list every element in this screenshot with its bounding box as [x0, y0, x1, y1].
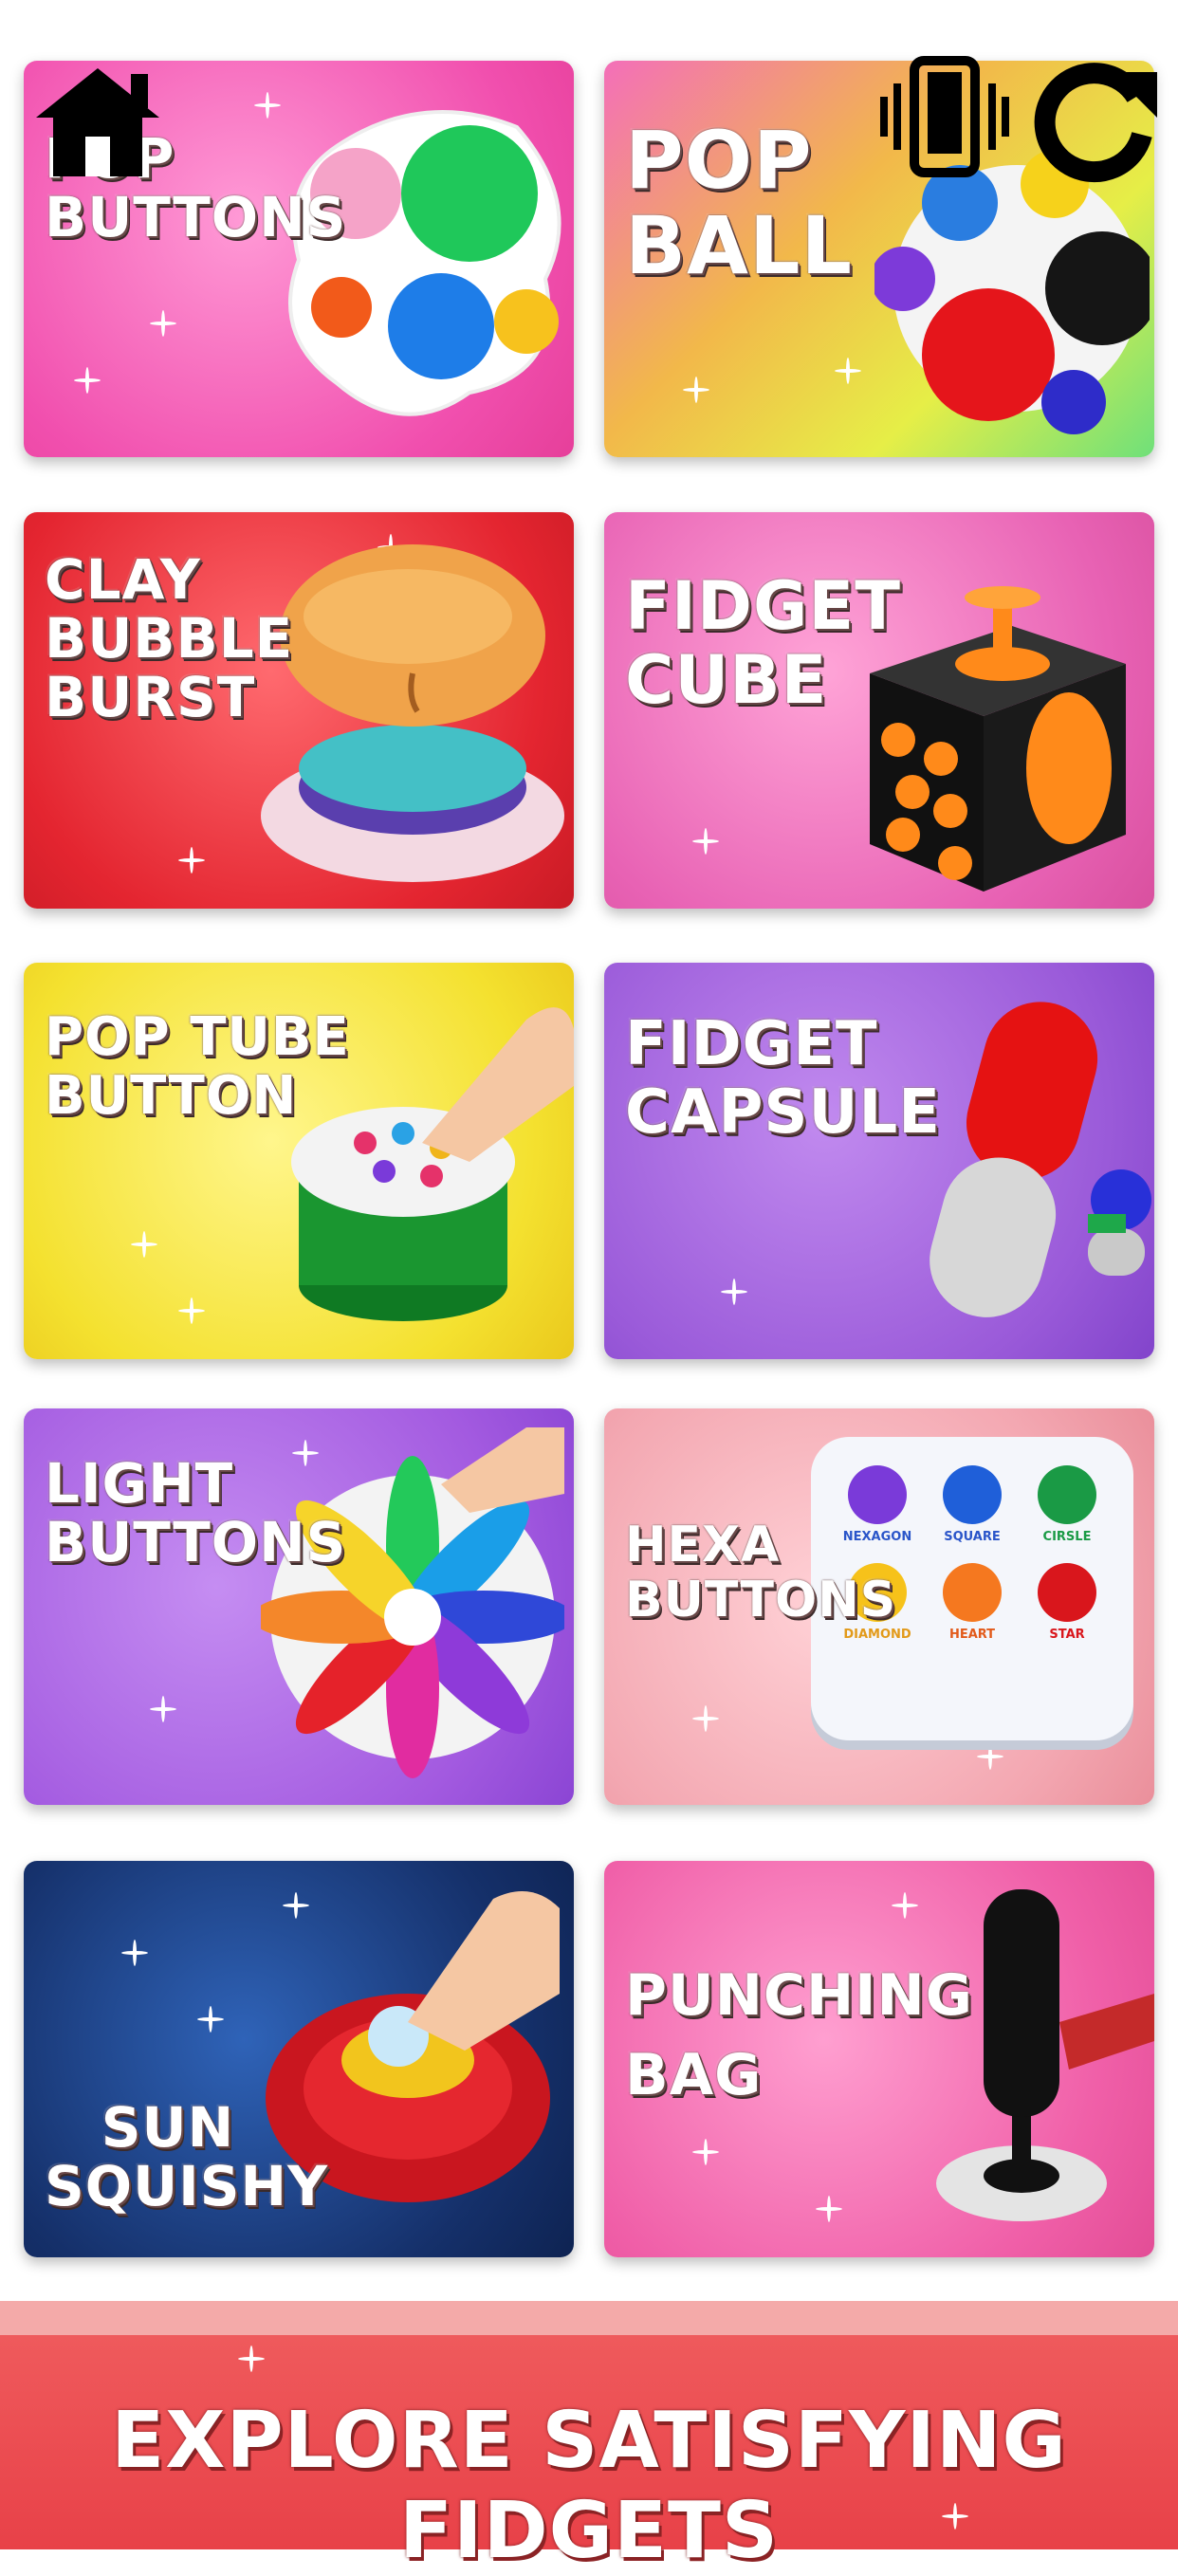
card-title: FIDGET CAPSULE [625, 1009, 941, 1148]
card-hexa-buttons[interactable]: HEXA BUTTONS NEXAGON SQUARE CIRSLE DIAMO… [604, 1408, 1154, 1805]
card-clay-bubble-burst[interactable]: CLAY BUBBLE BURST [24, 512, 574, 909]
home-button[interactable] [27, 61, 169, 184]
punching-bag-art [936, 1889, 1154, 2221]
card-title: POP TUBE BUTTON [45, 1006, 350, 1127]
card-title: FIDGET CUBE [625, 567, 901, 719]
hexa-label: SQUARE [944, 1530, 1001, 1544]
home-icon [36, 68, 159, 176]
card-title: CLAY BUBBLE BURST [45, 547, 294, 729]
card-sun-squishy[interactable]: SUN SQUISHY [24, 1861, 574, 2257]
hexa-label: CIRSLE [1042, 1530, 1092, 1544]
vibration-toggle[interactable] [874, 55, 1015, 178]
card-pop-tube-button[interactable]: POP TUBE BUTTON [24, 963, 574, 1359]
card-title: HEXA BUTTONS [625, 1517, 897, 1628]
card-title: PUNCHING BAG [625, 1962, 973, 2108]
card-fidget-capsule[interactable]: FIDGET CAPSULE [604, 963, 1154, 1359]
card-fidget-cube[interactable]: FIDGET CUBE [604, 512, 1154, 909]
hexa-label: DIAMOND [843, 1628, 911, 1642]
card-title: POP BALL [625, 114, 854, 292]
card-title: SUN SQUISHY [45, 2095, 329, 2218]
hexa-label: STAR [1049, 1628, 1085, 1642]
card-punching-bag[interactable]: PUNCHING BAG [604, 1861, 1154, 2257]
game-grid: POP BUTTONS POP BALL CLAY BUBBLE BUR [0, 0, 1178, 2276]
hexa-label: HEART [948, 1628, 996, 1642]
bottom-banner: EXPLORE SATISFYING FIDGETS [0, 2301, 1178, 2576]
banner-bar: EXPLORE SATISFYING FIDGETS [0, 2335, 1178, 2576]
refresh-icon [1034, 63, 1157, 183]
card-title: LIGHT BUTTONS [45, 1451, 347, 1574]
phone-vibrate-icon [880, 56, 1009, 177]
card-light-buttons[interactable]: LIGHT BUTTONS [24, 1408, 574, 1805]
refresh-button[interactable] [1030, 53, 1163, 186]
